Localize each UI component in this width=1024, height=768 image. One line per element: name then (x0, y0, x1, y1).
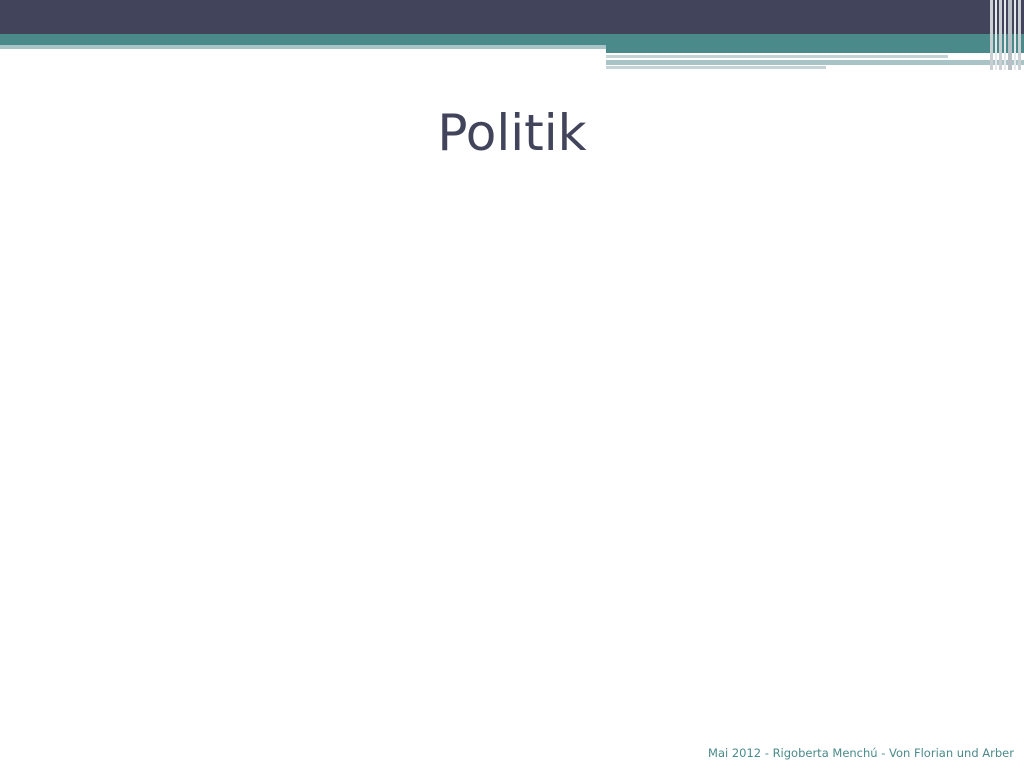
header-teal-bar (0, 34, 1024, 45)
slide-title: Politik (437, 104, 587, 162)
header-teal-right-bar (606, 45, 1024, 53)
decorative-vertical-stripes (990, 0, 1024, 70)
header-light-bar (0, 45, 606, 49)
slide: Politik Mai 2012 - Rigoberta Menchú - Vo… (0, 0, 1024, 768)
header-dark-bar (0, 0, 1024, 34)
header-grey-line-1 (606, 55, 948, 58)
slide-footer: Mai 2012 - Rigoberta Menchú - Von Floria… (708, 746, 1014, 760)
header-grey-line-3 (606, 66, 826, 69)
header-grey-line-2 (606, 60, 1024, 65)
